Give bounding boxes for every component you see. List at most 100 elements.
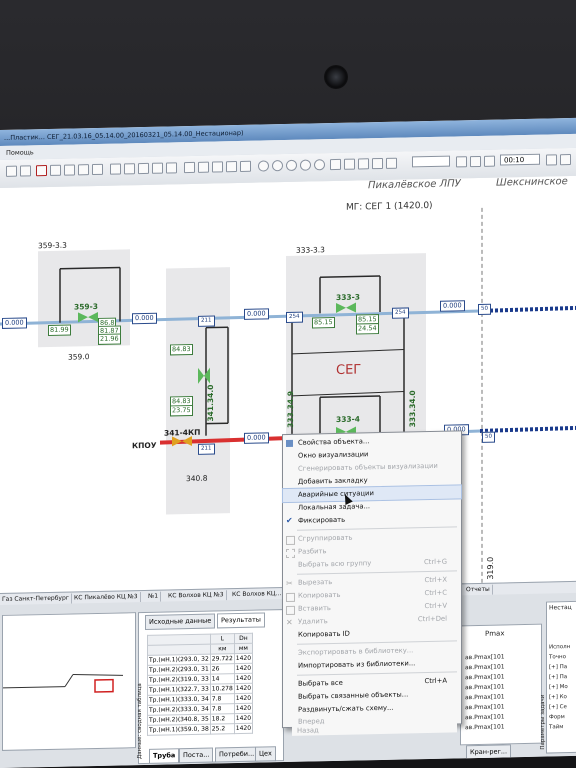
- cell[interactable]: Тр.(мН.2)(293.0, 31: [147, 664, 211, 676]
- valve-label[interactable]: 359-3: [74, 302, 98, 312]
- cell[interactable]: 10.278: [210, 683, 235, 695]
- cell[interactable]: 14: [210, 673, 235, 685]
- cell[interactable]: 25.2: [210, 723, 235, 735]
- cell[interactable]: Тр.(мН.2)(333.0, 34: [147, 704, 211, 716]
- pipe-table[interactable]: L Dн км мм Тр.(мН.1)(293.0, 32 29.722 1420…: [147, 633, 253, 736]
- cell[interactable]: ав.Pmax[101: [465, 723, 505, 731]
- tool-icon[interactable]: [240, 160, 251, 172]
- tab-pipe[interactable]: Труба: [149, 748, 180, 764]
- cell[interactable]: 1420: [234, 663, 253, 674]
- flow-value[interactable]: 0.000: [2, 317, 27, 329]
- zoom-fit-icon[interactable]: [314, 159, 325, 171]
- cell[interactable]: ав.Pmax[101: [465, 683, 505, 691]
- tool-icon[interactable]: [198, 161, 209, 173]
- cell[interactable]: ав.Pmax[101: [465, 703, 505, 711]
- param-item[interactable]: Форм: [549, 714, 565, 720]
- cell[interactable]: Тр.(мН.2)(319.0, 33: [147, 674, 211, 686]
- first-frame-icon[interactable]: [456, 156, 467, 168]
- tool-icon[interactable]: [110, 163, 121, 175]
- menu-help[interactable]: Помощь: [6, 148, 34, 157]
- cell[interactable]: 18.2: [210, 713, 235, 725]
- tool-icon[interactable]: [184, 161, 195, 174]
- tool-icon[interactable]: [92, 163, 103, 176]
- zoom-icon[interactable]: [300, 159, 311, 171]
- cell[interactable]: ав.Pmax[101: [465, 653, 505, 661]
- pressure-value[interactable]: 23.75: [170, 404, 193, 417]
- tool-icon[interactable]: [212, 161, 223, 173]
- param-item[interactable]: Тайм: [549, 724, 563, 730]
- tool-icon[interactable]: [152, 162, 163, 174]
- tool-icon[interactable]: [166, 162, 177, 174]
- pressure-value[interactable]: 21.96: [98, 333, 121, 345]
- flow-value[interactable]: 0.000: [440, 300, 465, 312]
- pressure-value[interactable]: 24.54: [356, 323, 379, 335]
- param-item[interactable]: [+] Ко: [549, 694, 567, 700]
- menu-item-copy-id[interactable]: Копировать ID: [283, 625, 461, 642]
- cell[interactable]: ав.Pmax[101: [465, 673, 505, 681]
- cell[interactable]: 1420: [234, 673, 253, 684]
- prev-frame-icon[interactable]: [470, 155, 481, 168]
- valve-label[interactable]: 333-3: [336, 292, 360, 302]
- cell[interactable]: 1420: [234, 693, 253, 704]
- zoom-out-icon[interactable]: [272, 160, 283, 172]
- cell[interactable]: Тр.(мН.1)(293.0, 32: [147, 654, 211, 666]
- flow-value[interactable]: 0.000: [244, 308, 269, 320]
- tool-icon[interactable]: [138, 162, 149, 175]
- cell[interactable]: ав.Pmax[101: [465, 663, 505, 671]
- cell[interactable]: ав.Pmax[101: [465, 713, 505, 721]
- tool-icon[interactable]: [226, 161, 237, 173]
- cell[interactable]: 7.8: [210, 693, 235, 705]
- next-frame-icon[interactable]: [484, 155, 495, 167]
- cell[interactable]: 1420: [234, 653, 253, 664]
- cell[interactable]: 1420: [234, 723, 253, 734]
- mode-dropdown[interactable]: [412, 155, 450, 168]
- cell[interactable]: 29.722: [210, 653, 235, 665]
- valve-label[interactable]: 333-4: [336, 414, 360, 424]
- param-item[interactable]: [+] Па: [549, 664, 567, 670]
- param-item[interactable]: Точно: [549, 654, 566, 660]
- tool-icon[interactable]: [124, 163, 135, 175]
- tool-icon[interactable]: [36, 165, 47, 177]
- cell[interactable]: Тр.(мН.1)(359.0, 38: [147, 724, 211, 736]
- pressure-value[interactable]: 81.99: [48, 324, 71, 336]
- param-item[interactable]: [+] Мо: [549, 684, 568, 690]
- tool-icon[interactable]: [560, 154, 571, 166]
- tab-shop[interactable]: Цех: [255, 746, 276, 762]
- menu-item-import-library[interactable]: Импортировать из библиотеки...: [283, 656, 461, 673]
- zoom-icon[interactable]: [286, 159, 297, 172]
- tool-icon[interactable]: [20, 165, 31, 177]
- pressure-value[interactable]: 85.15: [312, 316, 335, 329]
- valve-label[interactable]: 341-4КП: [164, 428, 200, 438]
- tool-icon[interactable]: [372, 157, 383, 170]
- cell[interactable]: ав.Pmax[101: [465, 693, 505, 701]
- tool-icon[interactable]: [6, 165, 17, 177]
- param-item[interactable]: [+] Па: [549, 674, 567, 680]
- tool-icon[interactable]: [358, 158, 369, 170]
- cell[interactable]: Тр.(мН.1)(333.0, 34: [147, 694, 211, 706]
- schema-tab[interactable]: №1: [146, 591, 162, 602]
- tab-consumer[interactable]: Потреби...: [215, 746, 259, 763]
- flow-value[interactable]: 0.000: [244, 432, 269, 444]
- cell[interactable]: 1420: [234, 683, 253, 694]
- tool-icon[interactable]: [386, 157, 397, 169]
- time-step-dropdown[interactable]: 00:10: [500, 153, 540, 166]
- tab-results[interactable]: Результаты: [217, 612, 265, 629]
- cell[interactable]: 7.8: [210, 703, 235, 715]
- tab-source-data[interactable]: Исходные данные: [145, 613, 216, 630]
- param-item[interactable]: Исполн: [549, 644, 570, 650]
- menu-item-fix[interactable]: ✔ Фиксировать: [283, 511, 461, 528]
- table-row[interactable]: Тр.(мН.1)(359.0, 38 25.2 1420: [147, 723, 253, 736]
- zoom-in-icon[interactable]: [258, 160, 269, 172]
- cell[interactable]: Тр.(мН.1)(322.7, 33: [147, 684, 211, 696]
- tool-icon[interactable]: [344, 158, 355, 170]
- tool-icon[interactable]: [546, 154, 557, 166]
- flow-value[interactable]: 0.000: [132, 312, 157, 325]
- cell[interactable]: Тр.(мН.2)(340.8, 35: [147, 714, 211, 726]
- param-item[interactable]: [+] Се: [549, 704, 567, 710]
- cell[interactable]: 1420: [234, 703, 253, 714]
- cell[interactable]: 1420: [234, 713, 253, 724]
- cell[interactable]: 26: [210, 663, 235, 675]
- pressure-value[interactable]: 84.83: [170, 343, 193, 356]
- tool-icon[interactable]: [64, 164, 75, 176]
- minimap-panel[interactable]: [2, 612, 136, 751]
